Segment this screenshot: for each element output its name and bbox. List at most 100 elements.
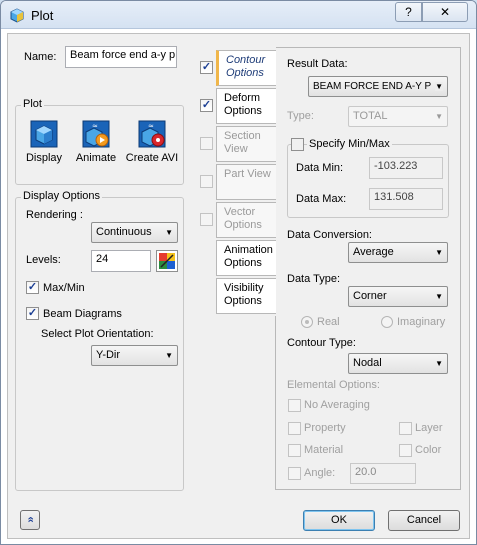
collapse-button[interactable]: « xyxy=(20,510,40,530)
angle-field[interactable]: 20.0 xyxy=(350,463,416,484)
plot-orientation-value: Y-Dir xyxy=(96,349,121,361)
tab-section-view[interactable]: Section View xyxy=(216,126,276,162)
section-view-tab-checkbox[interactable] xyxy=(200,137,213,150)
data-type-dropdown[interactable]: Corner ▼ xyxy=(348,286,448,307)
levels-input[interactable]: 24 xyxy=(91,250,151,272)
specify-minmax-group: Specify Min/Max Data Min: -103.223 Data … xyxy=(287,138,449,218)
plot-group: Plot Display ≈ Animate ≈ Create AVI xyxy=(15,98,184,185)
tab-deform-options-label: Deform Options xyxy=(224,92,262,117)
property-checkbox[interactable] xyxy=(288,422,301,435)
material-checkbox[interactable] xyxy=(288,444,301,457)
specify-minmax-checkbox[interactable] xyxy=(291,138,304,151)
chevron-down-icon: ▼ xyxy=(165,351,173,360)
color-checkbox[interactable] xyxy=(399,444,412,457)
close-button[interactable]: ✕ xyxy=(422,2,468,22)
animate-label: Animate xyxy=(75,152,117,164)
no-averaging-label: No Averaging xyxy=(304,399,370,411)
plot-orientation-label: Select Plot Orientation: xyxy=(41,328,154,340)
specify-minmax-label: Specify Min/Max xyxy=(307,138,392,150)
tab-deform-options[interactable]: Deform Options xyxy=(216,88,276,124)
chevron-down-icon: ▼ xyxy=(435,359,443,368)
real-radio[interactable] xyxy=(301,316,313,328)
imaginary-label: Imaginary xyxy=(397,316,446,328)
tab-contour-options-label: Contour Options xyxy=(226,54,266,79)
rendering-dropdown[interactable]: Continuous ▼ xyxy=(91,222,178,243)
tab-visibility-options[interactable]: Visibility Options xyxy=(216,278,276,314)
data-conversion-label: Data Conversion: xyxy=(287,229,372,241)
tab-part-view[interactable]: Part View xyxy=(216,164,276,200)
chevron-down-icon: ▼ xyxy=(435,112,443,121)
data-min-label: Data Min: xyxy=(296,162,344,174)
tab-animation-options-label: Animation Options xyxy=(224,244,273,269)
rendering-value: Continuous xyxy=(96,226,152,238)
contour-type-dropdown[interactable]: Nodal ▼ xyxy=(348,353,448,374)
tab-vector-options-label: Vector Options xyxy=(224,206,262,231)
title-bar: Plot ? ✕ xyxy=(1,1,476,29)
contour-type-value: Nodal xyxy=(353,357,382,369)
imaginary-radio[interactable] xyxy=(381,316,393,328)
plot-group-title: Plot xyxy=(21,98,44,110)
maxmin-label: Max/Min xyxy=(43,282,85,294)
name-label: Name: xyxy=(24,51,57,63)
data-max-field[interactable]: 131.508 xyxy=(369,188,443,210)
result-data-label: Result Data: xyxy=(287,58,348,70)
beam-diagrams-label: Beam Diagrams xyxy=(43,308,122,320)
tab-visibility-options-label: Visibility Options xyxy=(224,282,264,307)
angle-label: Angle: xyxy=(304,467,336,479)
display-tool-button[interactable]: Display xyxy=(20,120,68,164)
window-title: Plot xyxy=(31,8,54,23)
contour-type-label: Contour Type: xyxy=(287,337,356,349)
display-options-title: Display Options xyxy=(21,190,103,202)
svg-text:≈: ≈ xyxy=(92,122,98,130)
contour-options-tab-checkbox[interactable]: ✓ xyxy=(200,61,213,74)
tab-vector-options[interactable]: Vector Options xyxy=(216,202,276,238)
name-input[interactable]: Beam force end a-y p xyxy=(65,46,177,68)
chevron-up-icon: « xyxy=(24,516,37,523)
type-dropdown[interactable]: TOTAL ▼ xyxy=(348,106,448,127)
create-avi-tool-button[interactable]: ≈ Create AVI xyxy=(120,120,184,164)
create-avi-icon: ≈ xyxy=(138,120,166,148)
beam-diagrams-checkbox[interactable]: ✓ xyxy=(26,307,39,320)
data-type-value: Corner xyxy=(353,290,387,302)
chevron-down-icon: ▼ xyxy=(435,292,443,301)
ok-button[interactable]: OK xyxy=(303,510,375,531)
data-conversion-value: Average xyxy=(353,246,394,258)
tab-section-view-label: Section View xyxy=(224,130,261,155)
type-label: Type: xyxy=(287,110,314,122)
result-data-dropdown[interactable]: BEAM FORCE END A-Y P ▼ xyxy=(308,76,448,97)
contour-options-panel: Result Data: BEAM FORCE END A-Y P ▼ Type… xyxy=(276,47,461,490)
animate-tool-button[interactable]: ≈ Animate xyxy=(72,120,120,164)
data-conversion-dropdown[interactable]: Average ▼ xyxy=(348,242,448,263)
type-value: TOTAL xyxy=(353,110,388,122)
color-label: Color xyxy=(415,444,442,456)
part-view-tab-checkbox[interactable] xyxy=(200,175,213,188)
layer-label: Layer xyxy=(415,422,443,434)
angle-checkbox[interactable] xyxy=(288,467,301,480)
chevron-down-icon: ▼ xyxy=(435,82,443,91)
plot-orientation-dropdown[interactable]: Y-Dir ▼ xyxy=(91,345,178,366)
display-icon xyxy=(30,120,58,148)
elemental-options-label: Elemental Options: xyxy=(287,379,380,391)
vector-options-tab-checkbox[interactable] xyxy=(200,213,213,226)
deform-options-tab-checkbox[interactable]: ✓ xyxy=(200,99,213,112)
data-min-field[interactable]: -103.223 xyxy=(369,157,443,179)
real-label: Real xyxy=(317,316,340,328)
no-averaging-checkbox[interactable] xyxy=(288,399,301,412)
plot-app-icon xyxy=(10,8,24,23)
material-label: Material xyxy=(304,444,344,456)
data-type-label: Data Type: xyxy=(287,273,340,285)
dialog-client-area: Name: Beam force end a-y p Plot Display … xyxy=(7,33,470,539)
color-palette-icon[interactable] xyxy=(156,250,178,272)
tab-animation-options[interactable]: Animation Options xyxy=(216,240,276,276)
property-label: Property xyxy=(304,422,346,434)
tab-contour-options[interactable]: Contour Options xyxy=(216,50,276,86)
display-label: Display xyxy=(25,152,63,164)
levels-label: Levels: xyxy=(26,254,61,266)
help-button[interactable]: ? xyxy=(395,2,422,22)
chevron-down-icon: ▼ xyxy=(435,248,443,257)
tab-strip-spacer xyxy=(216,316,276,490)
maxmin-checkbox[interactable]: ✓ xyxy=(26,281,39,294)
rendering-label: Rendering : xyxy=(26,209,83,221)
layer-checkbox[interactable] xyxy=(399,422,412,435)
cancel-button[interactable]: Cancel xyxy=(388,510,460,531)
